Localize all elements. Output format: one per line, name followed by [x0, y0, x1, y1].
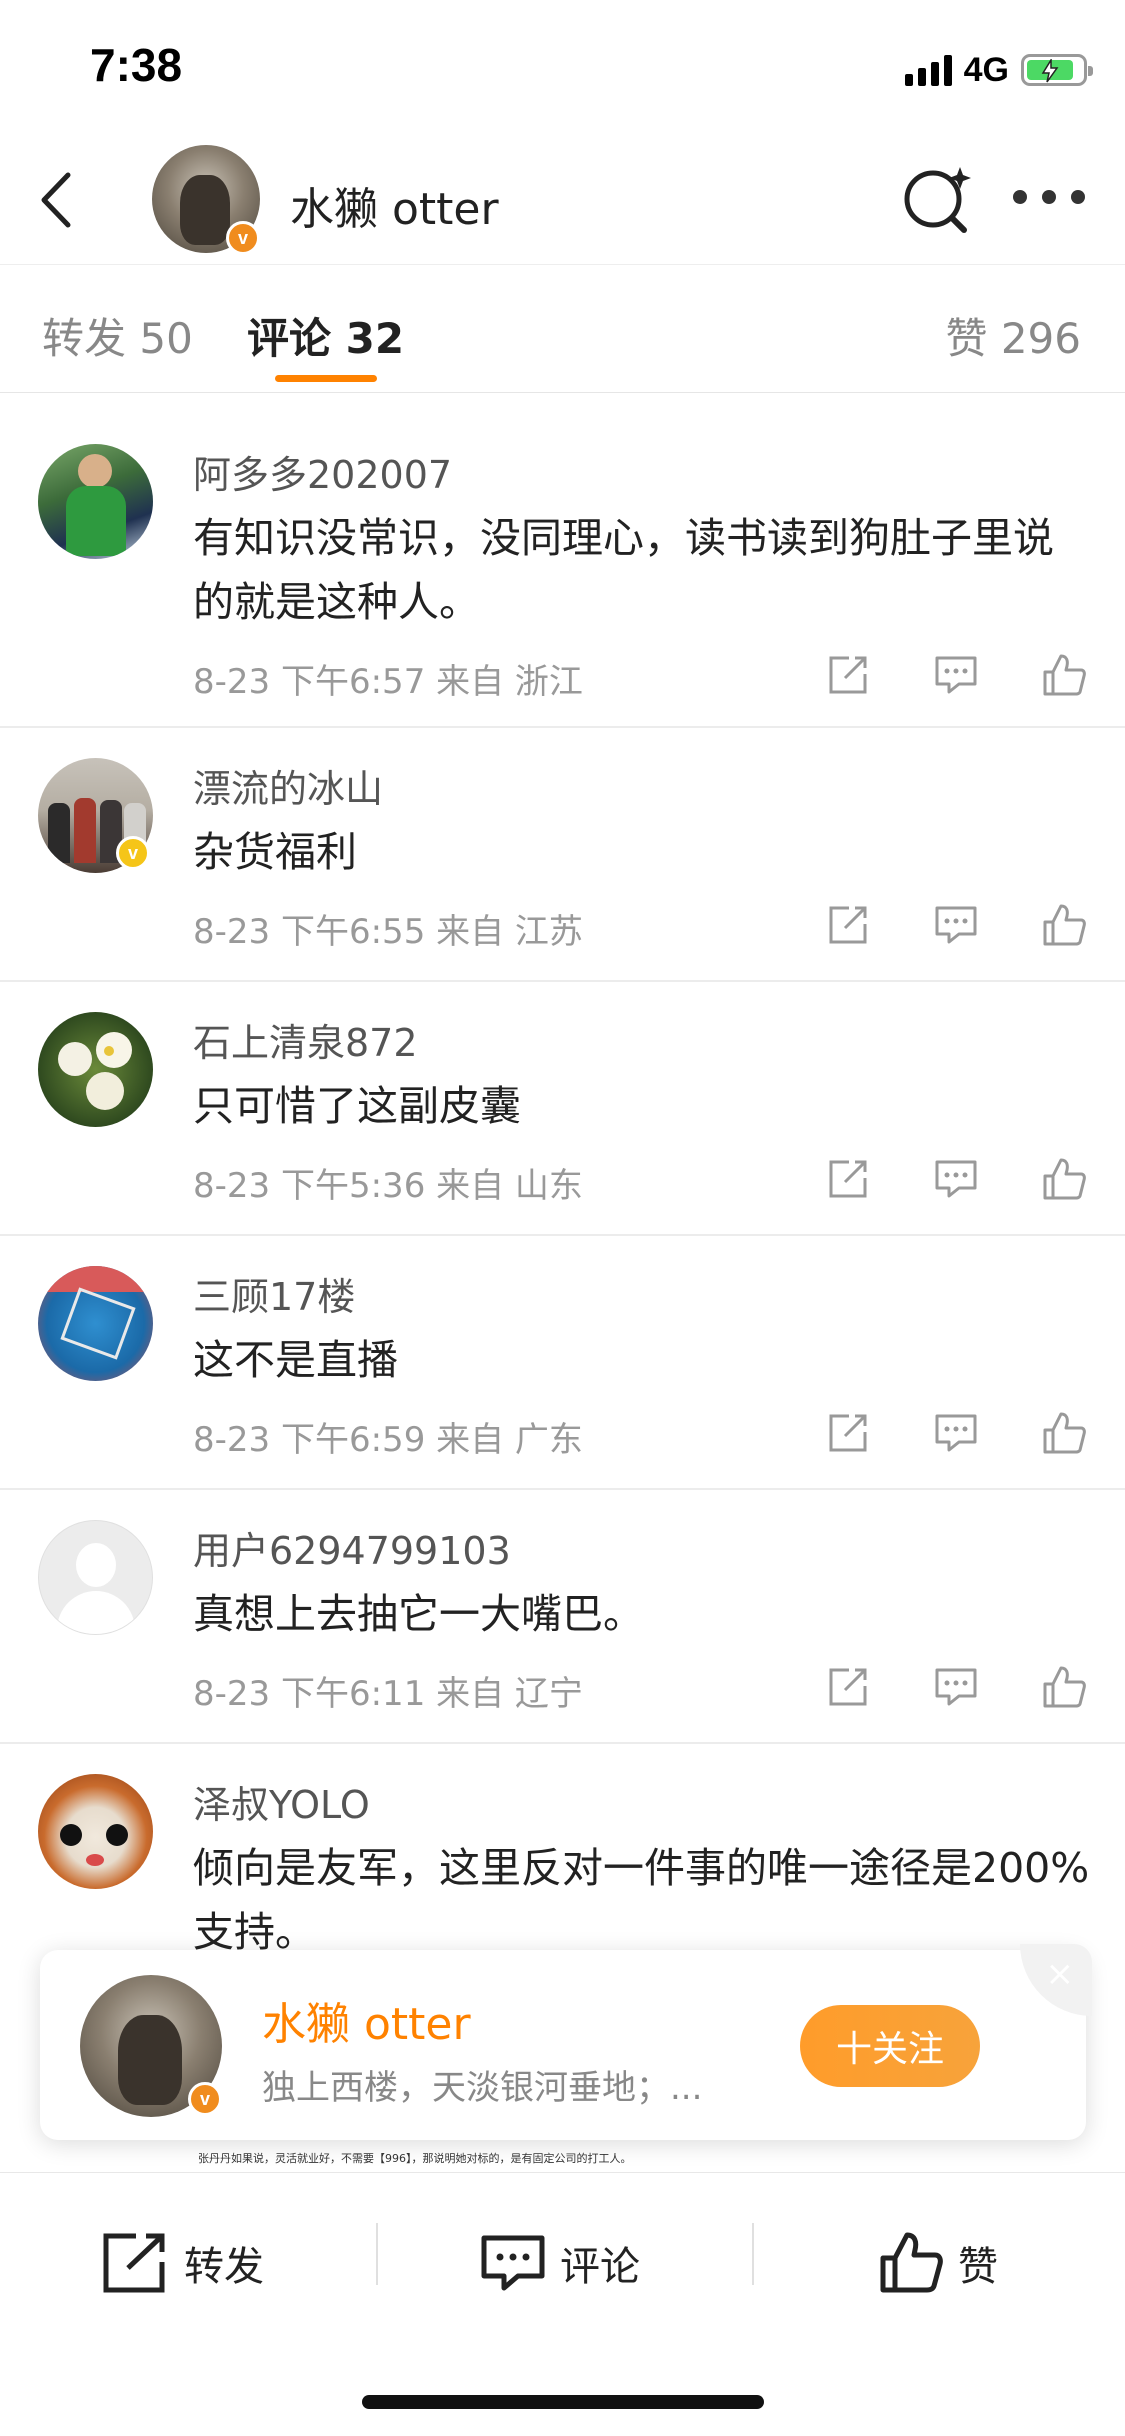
verified-badge-icon: v — [226, 221, 260, 255]
comment-text: 只可惜了这副皮囊 — [193, 1082, 521, 1130]
commenter-avatar[interactable] — [38, 1774, 153, 1889]
obscured-post-text: 张丹丹如果说，灵活就业好，不需要【996】，那说明她对标的，是有固定公司的打工人… — [198, 2152, 632, 2165]
share-icon[interactable] — [825, 652, 871, 698]
home-indicator[interactable] — [362, 2395, 764, 2409]
commenter-avatar[interactable] — [38, 1520, 153, 1635]
commenter-name[interactable]: 漂流的冰山 — [193, 758, 383, 813]
close-icon[interactable]: × — [1020, 1944, 1092, 2016]
status-indicators: 4G — [904, 50, 1093, 90]
network-type: 4G — [963, 50, 1009, 89]
tab-bar: 转发 50 评论 32 赞 296 — [0, 265, 1125, 393]
share-icon[interactable] — [825, 902, 871, 948]
like-icon[interactable] — [1041, 1410, 1087, 1456]
comment-text: 这不是直播 — [193, 1336, 398, 1384]
battery-icon — [1021, 54, 1093, 86]
comment-text: 真想上去抽它一大嘴巴。 — [193, 1590, 644, 1638]
comment-meta: 8-23 下午5:36 来自 山东 — [193, 1166, 583, 1206]
verified-badge-icon: v — [116, 836, 150, 870]
page-title[interactable]: 水獭 otter — [290, 173, 499, 237]
like-label: 赞 — [958, 2244, 998, 2290]
follow-card-name[interactable]: 水獭 otter — [262, 1988, 471, 2052]
comment-item: 三顾17楼 这不是直播 8-23 下午6:59 来自 广东 — [0, 1236, 1125, 1490]
comment-text: 倾向是友军，这里反对一件事的唯一途径是200%支持。 — [193, 1844, 1090, 1956]
follow-card-bio: 独上西楼，天淡银河垂地；... — [262, 2068, 703, 2108]
search-icon[interactable] — [900, 161, 974, 235]
comment-list: 阿多多202007 有知识没常识，没同理心，读书读到狗肚子里说的就是这种人。 8… — [0, 414, 1125, 2004]
signal-icon — [904, 54, 952, 86]
like-icon[interactable] — [1041, 1156, 1087, 1202]
comment-label: 评论 — [560, 2244, 640, 2290]
like-icon[interactable] — [1041, 902, 1087, 948]
tab-comment[interactable]: 评论 32 — [247, 305, 404, 366]
comment-button[interactable]: 评论 — [480, 2228, 640, 2298]
comment-actions — [825, 1664, 1087, 1710]
repost-button[interactable]: 转发 — [100, 2228, 264, 2298]
comment-item: 阿多多202007 有知识没常识，没同理心，读书读到狗肚子里说的就是这种人。 8… — [0, 414, 1125, 728]
active-tab-indicator — [275, 375, 377, 382]
comment-icon — [481, 2235, 545, 2291]
thumbs-up-icon — [880, 2232, 943, 2293]
reply-icon[interactable] — [933, 652, 979, 698]
comment-item: v 漂流的冰山 杂货福利 8-23 下午6:55 来自 江苏 — [0, 728, 1125, 982]
commenter-avatar[interactable]: v — [38, 758, 153, 873]
reply-icon[interactable] — [933, 902, 979, 948]
verified-badge-icon: v — [188, 2082, 222, 2116]
like-icon[interactable] — [1041, 652, 1087, 698]
reply-icon[interactable] — [933, 1410, 979, 1456]
commenter-name[interactable]: 泽叔YOLO — [193, 1774, 370, 1829]
status-bar: 7:38 4G — [0, 0, 1125, 135]
comment-meta: 8-23 下午6:55 来自 江苏 — [193, 912, 583, 952]
comment-meta: 8-23 下午6:57 来自 浙江 — [193, 662, 583, 702]
commenter-avatar[interactable] — [38, 444, 153, 559]
back-icon[interactable] — [30, 165, 90, 235]
commenter-name[interactable]: 用户6294799103 — [193, 1520, 511, 1575]
status-time: 7:38 — [90, 39, 183, 91]
more-icon[interactable] — [1013, 187, 1085, 207]
follow-card[interactable]: v 水獭 otter 独上西楼，天淡银河垂地；... 十关注 × — [40, 1944, 1092, 2140]
comment-actions — [825, 1156, 1087, 1202]
tab-repost[interactable]: 转发 50 — [42, 305, 193, 366]
commenter-avatar[interactable] — [38, 1266, 153, 1381]
share-icon[interactable] — [825, 1156, 871, 1202]
bottom-action-bar: 转发 评论 赞 — [0, 2172, 1125, 2436]
tab-like[interactable]: 赞 296 — [945, 305, 1081, 366]
comment-item: 石上清泉872 只可惜了这副皮囊 8-23 下午5:36 来自 山东 — [0, 982, 1125, 1236]
nav-header: v 水獭 otter — [0, 135, 1125, 265]
repost-label: 转发 — [184, 2244, 264, 2290]
follow-button[interactable]: 十关注 — [800, 2005, 980, 2087]
comment-item: 用户6294799103 真想上去抽它一大嘴巴。 8-23 下午6:11 来自 … — [0, 1490, 1125, 1744]
repost-icon — [103, 2233, 165, 2293]
commenter-avatar[interactable] — [38, 1012, 153, 1127]
reply-icon[interactable] — [933, 1664, 979, 1710]
comment-meta: 8-23 下午6:59 来自 广东 — [193, 1420, 583, 1460]
divider — [376, 2223, 378, 2285]
comment-actions — [825, 652, 1087, 698]
like-icon[interactable] — [1041, 1664, 1087, 1710]
reply-icon[interactable] — [933, 1156, 979, 1202]
comment-actions — [825, 902, 1087, 948]
comment-text: 有知识没常识，没同理心，读书读到狗肚子里说的就是这种人。 — [193, 514, 1054, 626]
commenter-name[interactable]: 阿多多202007 — [193, 444, 452, 499]
share-icon[interactable] — [825, 1410, 871, 1456]
divider — [752, 2223, 754, 2285]
share-icon[interactable] — [825, 1664, 871, 1710]
comment-meta: 8-23 下午6:11 来自 辽宁 — [193, 1674, 583, 1714]
comment-text: 杂货福利 — [193, 828, 357, 876]
comment-actions — [825, 1410, 1087, 1456]
commenter-name[interactable]: 三顾17楼 — [193, 1266, 355, 1321]
commenter-name[interactable]: 石上清泉872 — [193, 1012, 418, 1067]
like-button[interactable]: 赞 — [878, 2228, 998, 2298]
